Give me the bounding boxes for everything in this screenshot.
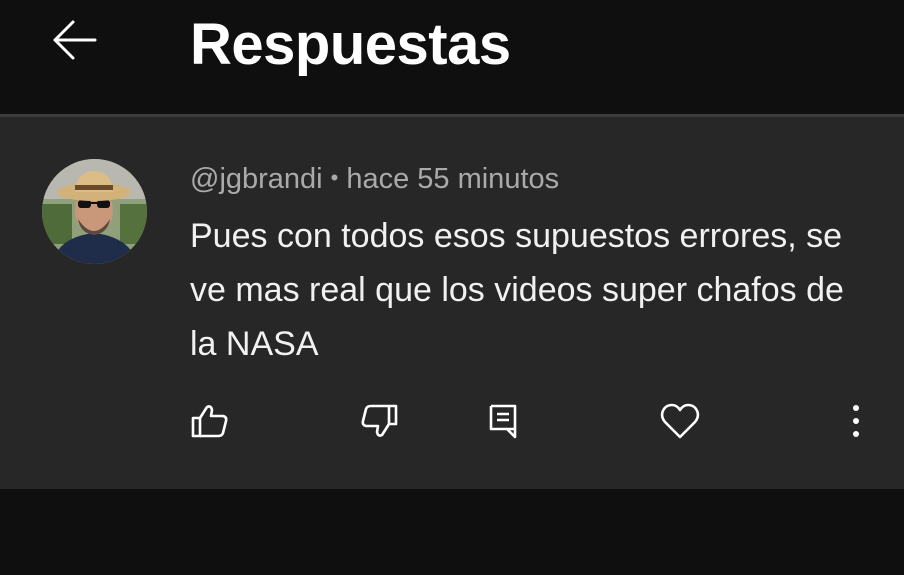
arrow-left-icon [53,20,97,60]
meta-separator: • [330,165,339,190]
heart-icon [660,403,700,439]
comment-timestamp: hace 55 minutos [346,163,560,195]
comment-icon [489,404,517,439]
more-vertical-icon [853,405,859,437]
bottom-area [0,489,904,575]
heart-button[interactable] [656,399,704,443]
avatar-image [42,159,147,264]
page-title: Respuestas [190,12,511,77]
header-bar: Respuestas [0,0,904,114]
like-button[interactable] [186,399,234,443]
thumbs-up-icon [191,405,228,438]
dislike-button[interactable] [355,399,403,443]
more-button[interactable] [840,399,872,443]
comment-author[interactable]: @jgbrandi [190,163,323,195]
reply-button[interactable] [484,399,524,443]
comment-meta: @jgbrandi • hace 55 minutos [190,161,559,199]
back-button[interactable] [44,12,104,68]
comment-card: @jgbrandi • hace 55 minutos Pues con todos… [0,117,904,489]
comment-text: Pues con todos esos supuestos errores, s… [190,217,844,363]
thumbs-down-icon [361,404,398,437]
user-avatar[interactable] [42,159,147,264]
